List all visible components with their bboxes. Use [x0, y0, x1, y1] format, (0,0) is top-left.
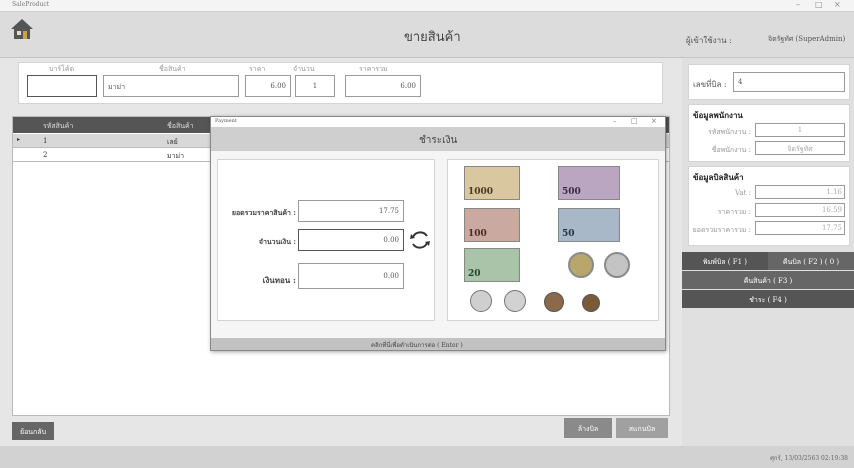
bill-number-input[interactable]: 4 — [733, 72, 845, 92]
payment-window-title: Payment — [215, 118, 237, 124]
coin-25-satang-icon[interactable] — [582, 294, 600, 312]
employee-name-label: ชื่อพนักงาน : — [711, 146, 751, 154]
row-code: 2 — [43, 151, 48, 159]
minimize-icon[interactable]: – — [796, 0, 800, 9]
window-titlebar: SaleProduct – □ × — [0, 0, 854, 12]
pay-button[interactable]: ชำระ ( F4 ) — [682, 290, 854, 308]
banknote-20-icon[interactable]: 20 — [464, 248, 520, 282]
employee-card: ข้อมูลพนักงาน รหัสพนักงาน : 1 ชื่อพนักงา… — [688, 104, 850, 162]
bill-number-card: เลขที่บิล : 4 — [688, 64, 850, 100]
price-input[interactable]: 6.00 — [245, 75, 291, 97]
product-entry-panel: บาร์โค้ด ชื่อสินค้า ราคา จำนวน ราคารวม ม… — [18, 62, 663, 104]
total-amount-input[interactable]: 17.75 — [298, 200, 404, 222]
page-title: ขายสินค้า — [404, 30, 461, 45]
payment-dialog: Payment – □ × ชำระเงิน ยอดรวมราคาสินค้า … — [210, 116, 666, 351]
product-name-input[interactable]: มาม่า — [103, 75, 239, 97]
row-selected-icon: ▸ — [17, 136, 21, 143]
sum-input[interactable]: 16.59 — [755, 203, 845, 217]
right-panel: เลขที่บิล : 4 ข้อมูลพนักงาน รหัสพนักงาน … — [682, 58, 854, 446]
status-date: ศุกร์, 13/03/2563 02:19:38 — [770, 455, 848, 462]
bill-info-section-title: ข้อมูลบิลสินค้า — [693, 172, 744, 182]
continue-button[interactable]: คลิกที่นี่เพื่อดำเนินการต่อ ( Enter ) — [211, 338, 665, 350]
close-icon[interactable]: × — [651, 117, 657, 125]
sum-label: ราคารวม : — [717, 208, 751, 216]
coin-50-satang-icon[interactable] — [544, 292, 564, 312]
user-label: ผู้เข้าใช้งาน : — [686, 36, 732, 45]
clear-bill-button[interactable]: ล้างบิล — [564, 418, 612, 438]
employee-section-title: ข้อมูลพนักงาน — [693, 110, 743, 120]
coin-1-icon[interactable] — [504, 290, 526, 312]
vat-label: Vat : — [735, 189, 751, 197]
close-icon[interactable]: × — [834, 0, 841, 9]
price-label: ราคา — [249, 65, 266, 73]
scan-bill-button[interactable]: สแกนบิล — [616, 418, 668, 438]
status-bar: ศุกร์, 13/03/2563 02:19:38 — [0, 446, 854, 468]
return-bill-button[interactable]: คืนบิล ( F2 ) ( 0 ) — [768, 252, 854, 270]
vat-input[interactable]: 1.16 — [755, 185, 845, 199]
continue-label: คลิกที่นี่เพื่อดำเนินการต่อ ( Enter ) — [371, 342, 463, 349]
banknote-50-icon[interactable]: 50 — [558, 208, 620, 242]
payment-form: ยอดรวมราคาสินค้า : 17.75 จำนวนเงิน : 0.0… — [217, 159, 435, 321]
employee-id-label: รหัสพนักงาน : — [707, 128, 751, 136]
employee-id-input[interactable]: 1 — [755, 123, 845, 137]
row-name: มาม่า — [167, 152, 185, 160]
change-input[interactable]: 0.00 — [298, 263, 404, 289]
banknote-100-icon[interactable]: 100 — [464, 208, 520, 242]
payment-title: ชำระเงิน — [419, 135, 458, 146]
print-bill-button[interactable]: พิมพ์บิล ( F1 ) — [682, 252, 768, 270]
barcode-label: บาร์โค้ด — [49, 65, 75, 73]
grand-total-input[interactable]: 17.75 — [755, 221, 845, 235]
coin-10-icon[interactable] — [568, 252, 594, 278]
payment-header: ชำระเงิน — [211, 127, 665, 151]
row-code: 1 — [43, 137, 48, 145]
column-header-name: ชื่อสินค้า — [167, 122, 194, 130]
barcode-input[interactable] — [27, 75, 97, 97]
back-button[interactable]: ย้อนกลับ — [12, 422, 54, 440]
quantity-input[interactable]: 1 — [295, 75, 335, 97]
cash-input[interactable]: 0.00 — [298, 229, 404, 251]
quantity-label: จำนวน — [293, 65, 315, 73]
grand-total-label: ยอดรวมราคารวม : — [692, 226, 751, 234]
banknote-500-icon[interactable]: 500 — [558, 166, 620, 200]
total-label: ราคารวม — [359, 65, 388, 73]
column-header-code: รหัสสินค้า — [43, 122, 74, 130]
change-label: เงินทอน : — [262, 275, 296, 285]
payment-titlebar: Payment – □ × — [211, 117, 665, 127]
window-title: SaleProduct — [12, 1, 50, 8]
total-amount-label: ยอดรวมราคาสินค้า : — [231, 208, 296, 217]
coin-5-icon[interactable] — [604, 252, 630, 278]
home-icon[interactable] — [10, 18, 34, 40]
banknote-1000-icon[interactable]: 1000 — [464, 166, 520, 200]
app-header: ขายสินค้า ผู้เข้าใช้งาน : จิตรัฐทัศ (Sup… — [0, 12, 854, 58]
product-name-label: ชื่อสินค้า — [159, 65, 186, 73]
cash-label: จำนวนเงิน : — [258, 237, 296, 246]
bill-number-label: เลขที่บิล : — [693, 80, 727, 89]
money-panel: 1000 500 100 50 20 — [447, 159, 659, 321]
refresh-icon[interactable] — [408, 228, 432, 252]
employee-name-input[interactable]: จิตรัฐทัศ — [755, 141, 845, 155]
maximize-icon[interactable]: □ — [631, 117, 638, 125]
minimize-icon[interactable]: – — [613, 117, 617, 125]
bill-info-card: ข้อมูลบิลสินค้า Vat : 1.16 ราคารวม : 16.… — [688, 166, 850, 246]
user-value: จิตรัฐทัศ (SuperAdmin) — [768, 35, 846, 43]
row-name: เลย์ — [167, 138, 178, 146]
coin-2-icon[interactable] — [470, 290, 492, 312]
return-item-button[interactable]: คืนสินค้า ( F3 ) — [682, 271, 854, 289]
maximize-icon[interactable]: □ — [815, 0, 823, 9]
total-input[interactable]: 6.00 — [345, 75, 421, 97]
